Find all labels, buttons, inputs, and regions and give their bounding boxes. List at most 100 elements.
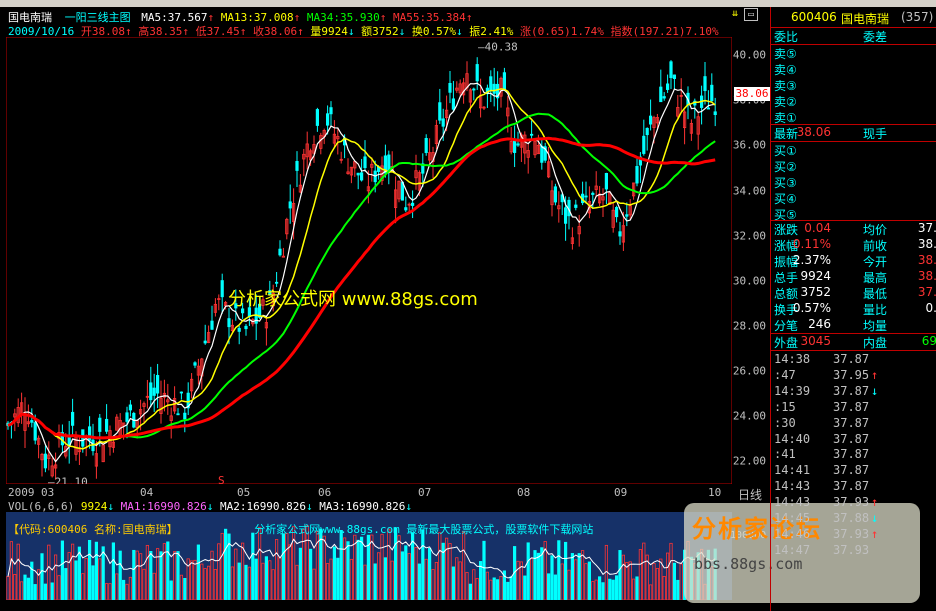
candle (591, 191, 595, 209)
buy-level-2-label: 买② (774, 160, 797, 174)
window-icon[interactable]: ▭ (744, 8, 758, 21)
candle (458, 79, 462, 96)
candle (495, 71, 500, 111)
stat-value-2: 38. (917, 269, 936, 283)
candle (448, 70, 452, 104)
candle (149, 366, 153, 408)
panel-stock-name: 国电南瑞 (841, 12, 890, 26)
tick-row: 14:38 37.87 (771, 352, 936, 368)
candle (642, 119, 646, 156)
volume-bar (608, 578, 612, 600)
volume-bar (169, 580, 173, 600)
tick-arrow: ↑ (871, 526, 879, 541)
tick-row: :47 37.95 ↑ (771, 368, 936, 384)
candle (689, 119, 694, 141)
volume-bar (550, 555, 554, 600)
tick-time: 14:47 (774, 542, 811, 557)
stat-row-3-label: 总手 (774, 271, 799, 285)
volume-bar (30, 561, 34, 600)
candle (679, 78, 683, 112)
tick-row: 14:40 37.87 (771, 432, 936, 448)
tick-arrow: ↓ (871, 511, 879, 525)
tick-price: 37.87 (833, 431, 870, 446)
tick-price: 37.87 (833, 415, 870, 430)
candle (346, 158, 350, 175)
timeframe-label[interactable]: 日线 (738, 486, 762, 503)
volume-bar (159, 551, 163, 600)
tick-price: 37.87 (833, 399, 870, 414)
site-slogan[interactable]: 分析家公式网www.88gs.com 最新最大股票公式，股票软件下载网站 (254, 523, 593, 536)
candle (196, 358, 200, 385)
candle (700, 85, 704, 125)
candle (237, 325, 241, 345)
buy-level-3-label: 买③ (774, 176, 797, 190)
stat-row-4-label: 总额 (774, 287, 799, 301)
tick-time: 14:41 (774, 463, 811, 478)
tick-price: 37.87 (833, 352, 870, 366)
volume-bar (672, 562, 677, 600)
candle (217, 294, 221, 311)
stat-row-1: 涨幅 0.11% 前收 38. (771, 237, 936, 253)
volume-bar (373, 563, 377, 600)
download-icon[interactable]: ⇊ (728, 8, 742, 21)
tick-time: 14:45 (774, 511, 811, 525)
tick-row: 14:39 37.87 ↓ (771, 384, 936, 400)
volume-bar (564, 541, 568, 600)
stat-row-6-label: 分笔 (774, 319, 799, 333)
candle (172, 386, 177, 415)
candle (567, 196, 571, 230)
candle (288, 184, 292, 224)
volume-bar (570, 553, 575, 600)
panel-count: (357) (901, 10, 934, 24)
candle (570, 227, 575, 250)
volume-bar (536, 552, 541, 600)
candle (206, 325, 211, 344)
candle (312, 135, 316, 163)
candle (550, 180, 554, 217)
volume-bar (264, 556, 269, 600)
sell-level-1: 卖① (771, 109, 936, 125)
stat-row-4: 总额 3752 最低 37. (771, 285, 936, 301)
candle (635, 158, 639, 187)
volume-bar (451, 566, 456, 600)
tick-price: 37.93 (833, 542, 870, 557)
stat-value: 2.37% (792, 253, 831, 267)
volume-bar (611, 579, 615, 600)
low-mark-label: —21.10 (48, 476, 88, 484)
month-label: 08 (517, 486, 531, 499)
volume-bar (281, 533, 286, 600)
volume-bar (336, 557, 340, 600)
candle (159, 380, 163, 424)
candle (315, 107, 320, 132)
tick-time: 14:43 (774, 495, 811, 510)
candle (356, 172, 360, 190)
price-tick: 28.00 (732, 319, 766, 333)
tick-time: :47 (774, 367, 796, 382)
candle (645, 127, 649, 151)
tick-row: 14:43 37.87 (771, 479, 936, 495)
tick-price: 37.87 (833, 383, 870, 398)
tick-row: 14:43 37.93 ↑ (771, 495, 936, 511)
candlestick-chart[interactable]: —40.38 —21.10 S (6, 37, 732, 484)
volume-bar (183, 577, 187, 600)
candle (118, 413, 122, 438)
sell-level-3-label: 卖③ (774, 79, 797, 93)
candle (598, 186, 602, 207)
candle (628, 199, 632, 220)
stat-label-2: 最高 (863, 271, 888, 285)
candle (492, 67, 496, 107)
candle (540, 139, 544, 170)
month-label: 04 (140, 486, 154, 499)
candle (601, 188, 605, 218)
volume-bar (557, 540, 561, 600)
volume-bar (23, 574, 27, 600)
candle (50, 457, 54, 478)
tick-price: 37.87 (833, 463, 870, 478)
candle (649, 99, 653, 131)
stat-value: 3752 (800, 285, 831, 299)
candle (577, 214, 581, 247)
volume-bar (101, 546, 105, 600)
tick-price: 37.93 (833, 526, 870, 541)
buy-level-3: 买③ (771, 174, 936, 190)
candle (298, 174, 303, 194)
